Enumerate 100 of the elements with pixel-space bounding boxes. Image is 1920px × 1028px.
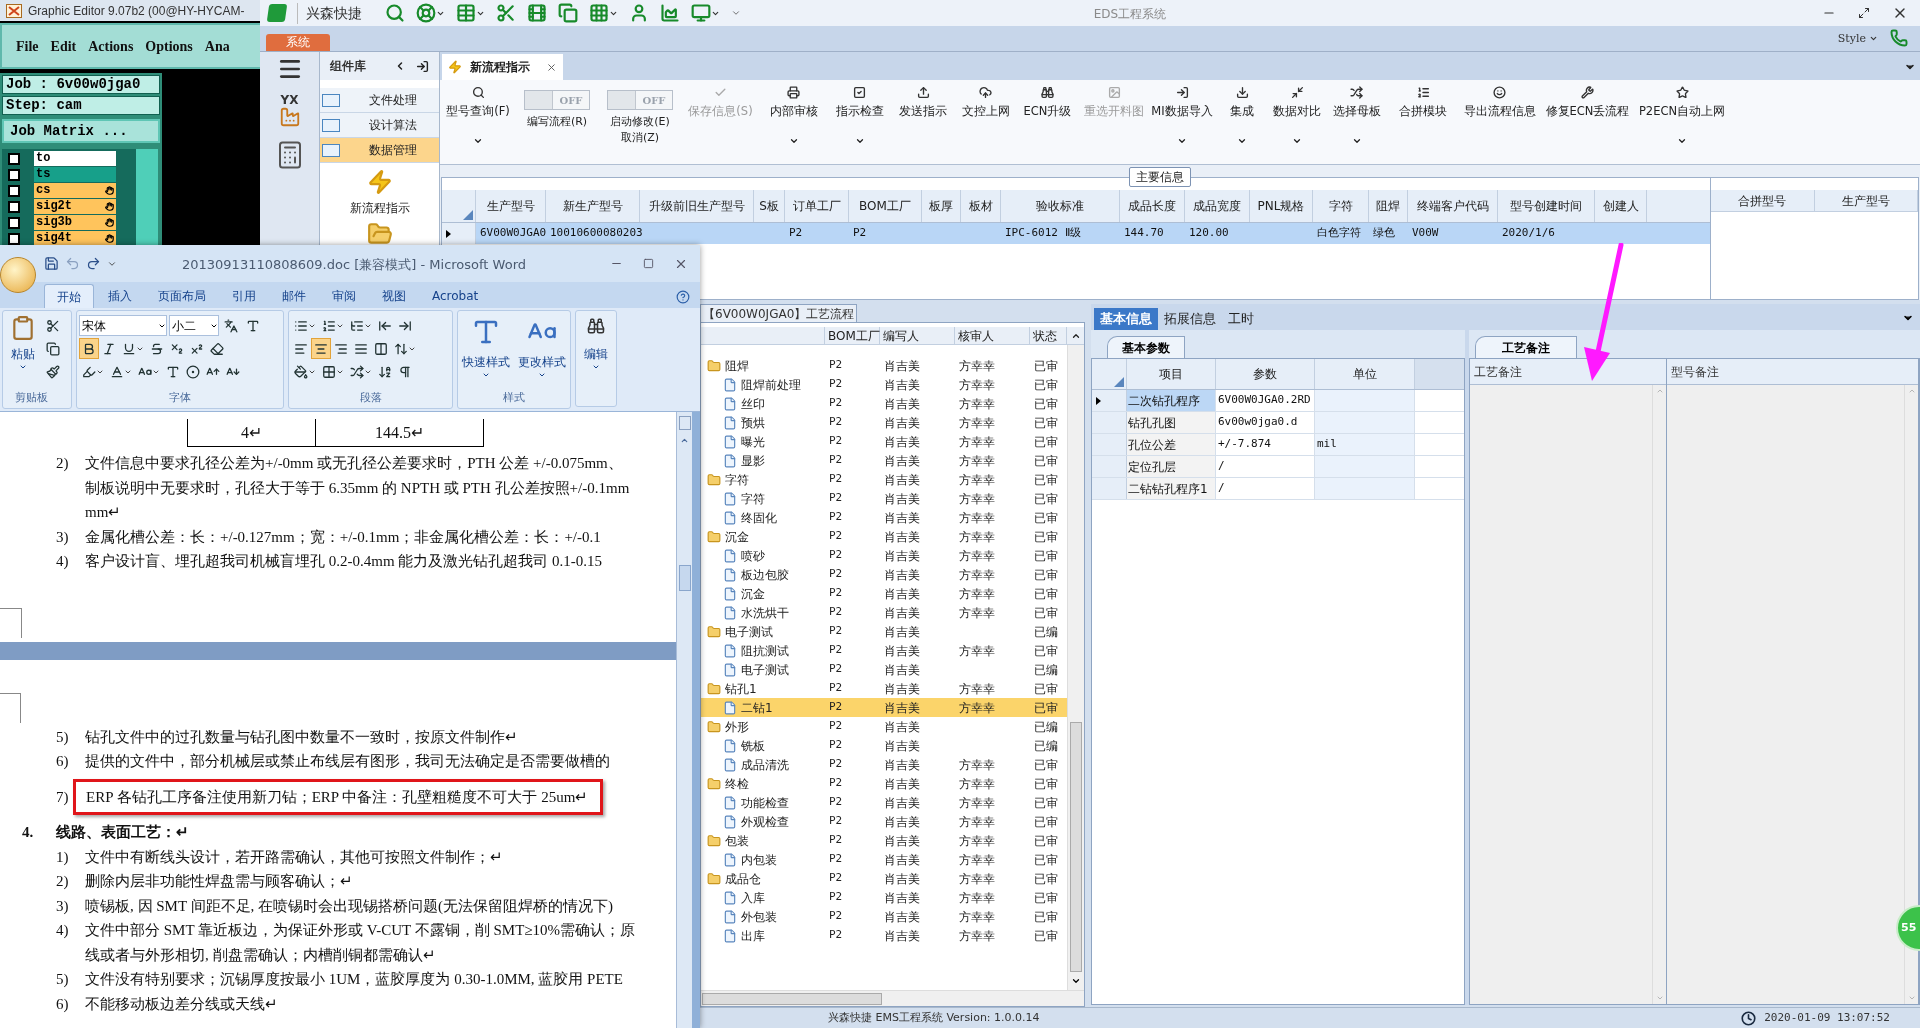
tree-row[interactable]: 沉金 P2 肖吉美 方幸幸 已审 bbox=[701, 584, 1067, 603]
ribbon-button[interactable]: P2ECN自动上网 bbox=[1634, 80, 1730, 164]
panel-tab[interactable]: 工艺备注 bbox=[1475, 336, 1577, 358]
paste-button[interactable]: 粘贴 bbox=[3, 311, 43, 390]
tree-row[interactable]: 电子测试 P2 肖吉美 已编 bbox=[701, 622, 1067, 641]
tree-row[interactable]: 阻抗测试 P2 肖吉美 方幸幸 已审 bbox=[701, 641, 1067, 660]
overflow-icon[interactable] bbox=[731, 8, 741, 18]
menu-item[interactable]: File bbox=[16, 35, 39, 57]
quick-styles-button[interactable]: 快速样式 bbox=[462, 317, 510, 390]
scroll-thumb[interactable] bbox=[702, 992, 882, 1005]
ribbon-button[interactable]: MI数据导入 bbox=[1149, 80, 1215, 164]
detail-tab[interactable]: 拓展信息 bbox=[1158, 308, 1222, 330]
ribbon-button[interactable]: 文控上网 bbox=[955, 80, 1016, 164]
toolbar-button[interactable] bbox=[629, 3, 649, 23]
save-icon[interactable] bbox=[44, 256, 59, 271]
menu-item[interactable]: Ana bbox=[204, 35, 230, 57]
ribbon-button[interactable]: 内部审核 bbox=[759, 80, 828, 164]
font-name-field[interactable]: 宋体 bbox=[79, 315, 167, 336]
close-icon[interactable] bbox=[546, 61, 557, 73]
column-header[interactable]: 订单工厂 bbox=[785, 190, 849, 222]
column-header[interactable]: 板厚 bbox=[922, 190, 961, 222]
toolbar-button[interactable] bbox=[456, 3, 485, 23]
table-row[interactable]: 6V00W0JGA0 10010600080203 P2 P2 IPC-6012 Ⅱ级 144.70 120.00 白色字符 绿色 V00W 2020/1/6 bbox=[442, 223, 1710, 244]
column-header[interactable]: 型号备注 bbox=[1667, 359, 1918, 385]
scroll-thumb[interactable] bbox=[678, 565, 691, 591]
ribbon-tab[interactable]: 视图 bbox=[370, 284, 418, 308]
column-header[interactable]: 成品宽度 bbox=[1185, 190, 1250, 222]
tree-row[interactable]: 水洗烘干 P2 肖吉美 方幸幸 已审 bbox=[701, 603, 1067, 622]
toolbar-button[interactable] bbox=[558, 3, 578, 23]
toolbar-button[interactable] bbox=[691, 3, 720, 23]
tree-row[interactable]: 丝印 P2 肖吉美 方幸幸 已审 bbox=[701, 394, 1067, 413]
table-row[interactable]: 二次钻孔程序 6V00W0JGA0.2RD bbox=[1092, 390, 1464, 412]
column-header[interactable]: 型号创建时间 bbox=[1498, 190, 1595, 222]
tree-row[interactable]: 喷砂 P2 肖吉美 方幸幸 已审 bbox=[701, 546, 1067, 565]
tree-row[interactable]: 板边包胶 P2 肖吉美 方幸幸 已审 bbox=[701, 565, 1067, 584]
layer-checkbox[interactable] bbox=[8, 216, 20, 229]
ribbon-tab[interactable]: 开始 bbox=[44, 284, 94, 308]
column-header[interactable]: 核审人 bbox=[955, 327, 1030, 344]
document-tab[interactable]: 新流程指示 bbox=[442, 54, 563, 80]
column-header[interactable]: 字符 bbox=[1313, 190, 1369, 222]
column-header[interactable]: 终端客户代码 bbox=[1408, 190, 1498, 222]
tree-row[interactable]: 内包装 P2 肖吉美 方幸幸 已审 bbox=[701, 850, 1067, 869]
ribbon-button[interactable]: 修复ECN丢流程 bbox=[1541, 80, 1634, 164]
layer-name[interactable]: sig2t bbox=[34, 199, 116, 214]
ribbon-tab[interactable]: Acrobat bbox=[420, 284, 491, 308]
tree-row[interactable]: 终固化 P2 肖吉美 方幸幸 已审 bbox=[701, 508, 1067, 527]
component-item[interactable]: 数据管理 bbox=[320, 138, 439, 163]
ribbon-button[interactable]: 导出流程信息 bbox=[1458, 80, 1541, 164]
help-icon[interactable] bbox=[676, 290, 690, 304]
ribbon-tab[interactable]: 页面布局 bbox=[146, 284, 218, 308]
layer-checkbox[interactable] bbox=[8, 152, 20, 165]
maximize-icon[interactable] bbox=[1858, 7, 1870, 19]
column-header[interactable]: 状态 bbox=[1030, 327, 1067, 344]
table-row[interactable]: 定位孔层 / bbox=[1092, 456, 1464, 478]
ribbon-button[interactable]: 数据对比 bbox=[1269, 80, 1325, 164]
toolbar-button[interactable] bbox=[589, 3, 618, 23]
toolbar-button[interactable] bbox=[527, 3, 547, 23]
dock-icon[interactable] bbox=[416, 59, 429, 73]
ribbon-button[interactable]: 选择母板 bbox=[1325, 80, 1388, 164]
redo-icon[interactable] bbox=[86, 256, 101, 271]
phone-icon[interactable] bbox=[1890, 29, 1908, 47]
align-center-icon[interactable] bbox=[311, 338, 331, 359]
tree-row[interactable]: 字符 P2 肖吉美 方幸幸 已审 bbox=[701, 470, 1067, 489]
job-matrix-button[interactable]: Job Matrix ... bbox=[2, 119, 160, 143]
layer-checkbox[interactable] bbox=[8, 200, 20, 213]
detail-tab[interactable]: 工时 bbox=[1222, 308, 1260, 330]
column-header[interactable]: 参数 bbox=[1216, 359, 1315, 389]
tree-row[interactable]: 出库 P2 肖吉美 方幸幸 已审 bbox=[701, 926, 1067, 945]
tree-row[interactable]: 预烘 P2 肖吉美 方幸幸 已审 bbox=[701, 413, 1067, 432]
tree-row[interactable]: 阻焊前处理 P2 肖吉美 方幸幸 已审 bbox=[701, 375, 1067, 394]
style-menu[interactable]: Style bbox=[1837, 30, 1878, 47]
table-row[interactable]: 孔位公差 +/-7.874 mil bbox=[1092, 434, 1464, 456]
tree-row[interactable]: 包装 P2 肖吉美 方幸幸 已审 bbox=[701, 831, 1067, 850]
tree-row[interactable]: 二钻1 P2 肖吉美 方幸幸 已审 bbox=[701, 698, 1067, 717]
tree-row[interactable]: 外形 P2 肖吉美 已编 bbox=[701, 717, 1067, 736]
tree-row[interactable]: 曝光 P2 肖吉美 方幸幸 已审 bbox=[701, 432, 1067, 451]
column-header[interactable]: 成品长度 bbox=[1120, 190, 1185, 222]
column-header[interactable]: 板材 bbox=[961, 190, 1001, 222]
font-size-field[interactable]: 小二 bbox=[169, 315, 219, 336]
tree-row[interactable]: 电子测试 P2 肖吉美 已编 bbox=[701, 660, 1067, 679]
ribbon-tab[interactable]: 引用 bbox=[220, 284, 268, 308]
layer-name[interactable]: sig3b bbox=[34, 215, 116, 230]
change-styles-button[interactable]: 更改样式 bbox=[518, 317, 566, 390]
tool-button[interactable]: 新流程指示 bbox=[320, 169, 439, 217]
ribbon-button[interactable]: 合拼模块 bbox=[1388, 80, 1458, 164]
tree-row[interactable]: 外观检查 P2 肖吉美 方幸幸 已审 bbox=[701, 812, 1067, 831]
panel-tab[interactable]: 基本参数 bbox=[1107, 336, 1185, 358]
ribbon-button[interactable]: 发送指示 bbox=[891, 80, 955, 164]
column-header[interactable]: 新生产型号 bbox=[546, 190, 640, 222]
detail-tab[interactable]: 基本信息 bbox=[1094, 308, 1158, 330]
tree-row[interactable]: 成品清洗 P2 肖吉美 方幸幸 已审 bbox=[701, 755, 1067, 774]
layer-checkbox[interactable] bbox=[8, 184, 20, 197]
column-header[interactable]: 生产型号 bbox=[1814, 190, 1918, 212]
folder-icon[interactable] bbox=[366, 221, 393, 247]
menu-item[interactable]: Options bbox=[145, 35, 193, 57]
ribbon-button[interactable]: 集成 bbox=[1215, 80, 1269, 164]
toolbar-button[interactable] bbox=[385, 3, 405, 23]
tree-row[interactable]: 阻焊 P2 肖吉美 方幸幸 已审 bbox=[701, 356, 1067, 375]
column-header[interactable]: 验收标准 bbox=[1001, 190, 1120, 222]
layer-checkbox[interactable] bbox=[8, 168, 20, 181]
